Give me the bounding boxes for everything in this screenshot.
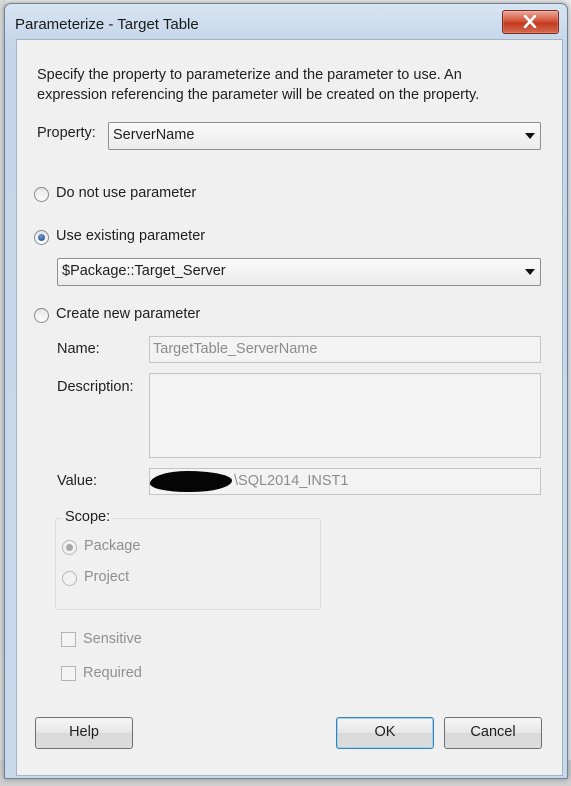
- required-checkbox[interactable]: [61, 666, 76, 681]
- intro-line-1: Specify the property to parameterize and…: [37, 67, 462, 83]
- radio-create-new-parameter[interactable]: [34, 308, 49, 323]
- radio-do-not-use-parameter[interactable]: [34, 187, 49, 202]
- title-bar[interactable]: Parameterize - Target Table: [5, 4, 567, 36]
- property-label: Property:: [37, 125, 96, 141]
- radio-scope-project[interactable]: [62, 571, 77, 586]
- chevron-down-icon: [525, 269, 535, 275]
- sensitive-label: Sensitive: [83, 631, 142, 647]
- sensitive-checkbox[interactable]: [61, 632, 76, 647]
- radio-use-existing-parameter[interactable]: [34, 230, 49, 245]
- description-field[interactable]: [149, 373, 541, 458]
- name-label: Name:: [57, 341, 100, 357]
- scope-groupbox: [55, 518, 321, 610]
- name-field-value: TargetTable_ServerName: [153, 341, 318, 357]
- name-field[interactable]: TargetTable_ServerName: [149, 336, 541, 363]
- radio-scope-package[interactable]: [62, 540, 77, 555]
- scope-label: Scope:: [62, 509, 114, 525]
- chevron-down-icon: [525, 133, 535, 139]
- intro-text: Specify the property to parameterize and…: [37, 65, 537, 105]
- radio-use-existing-parameter-label[interactable]: Use existing parameter: [56, 228, 205, 244]
- intro-line-2: expression referencing the parameter wil…: [37, 87, 480, 103]
- value-field-suffix: \SQL2014_INST1: [234, 473, 349, 489]
- dialog-window: Parameterize - Target Table Specify the …: [4, 3, 568, 779]
- help-button[interactable]: Help: [35, 717, 133, 749]
- property-dropdown[interactable]: ServerName: [108, 122, 541, 150]
- value-label: Value:: [57, 473, 98, 489]
- redacted-server-name: [150, 471, 232, 492]
- dialog-body: Specify the property to parameterize and…: [16, 39, 563, 776]
- value-field[interactable]: \SQL2014_INST1: [149, 468, 541, 495]
- existing-parameter-value: $Package::Target_Server: [62, 263, 226, 279]
- cancel-button[interactable]: Cancel: [444, 717, 542, 749]
- radio-scope-package-label: Package: [84, 538, 141, 554]
- ok-button[interactable]: OK: [336, 717, 434, 749]
- close-icon: [523, 15, 537, 28]
- existing-parameter-dropdown[interactable]: $Package::Target_Server: [57, 258, 541, 286]
- radio-create-new-parameter-label[interactable]: Create new parameter: [56, 306, 200, 322]
- radio-do-not-use-parameter-label[interactable]: Do not use parameter: [56, 185, 196, 201]
- window-title: Parameterize - Target Table: [15, 16, 199, 33]
- description-label: Description:: [57, 379, 134, 395]
- radio-scope-project-label: Project: [84, 569, 130, 585]
- close-button[interactable]: [502, 10, 559, 34]
- required-label: Required: [83, 665, 142, 681]
- property-dropdown-value: ServerName: [113, 127, 195, 143]
